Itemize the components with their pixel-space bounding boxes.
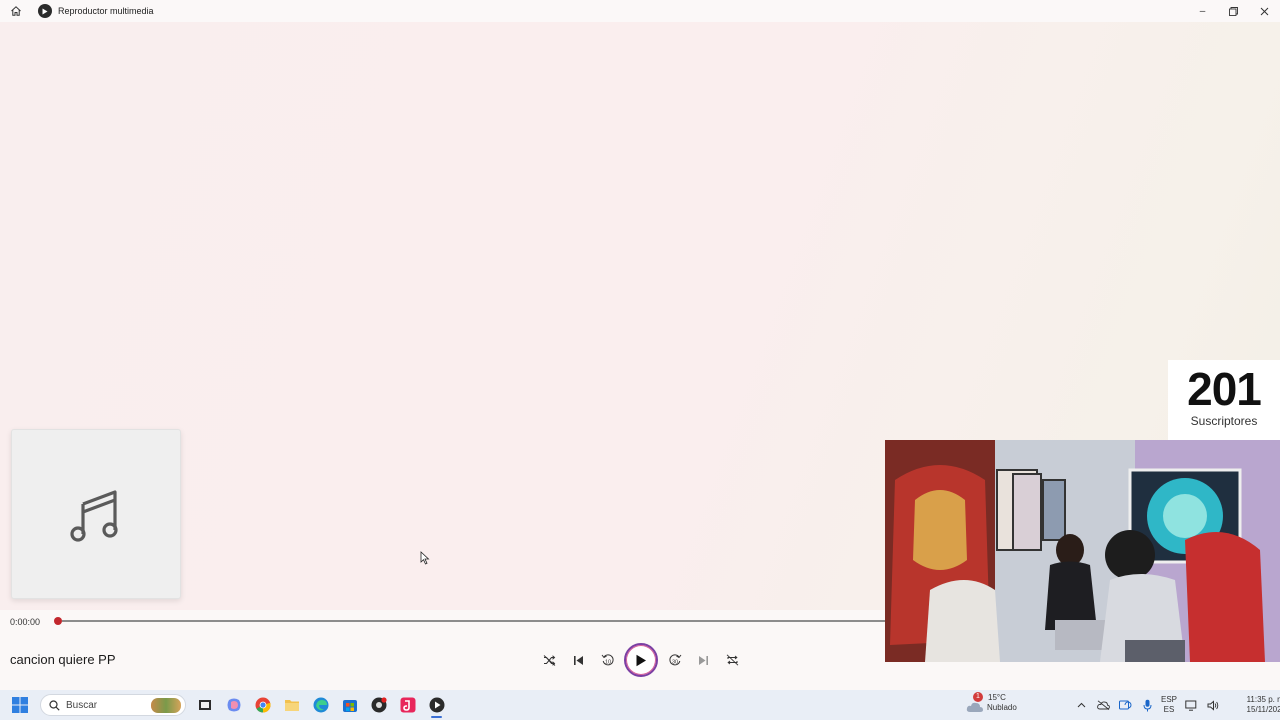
title-bar: Reproductor multimedia –	[0, 0, 1280, 22]
close-icon	[1260, 7, 1269, 15]
svg-text:30: 30	[671, 660, 677, 666]
system-tray: ESP ES 11:35 p. m. 15/11/2025	[1070, 690, 1280, 720]
store-icon	[342, 700, 357, 712]
edge-icon	[313, 697, 328, 713]
language-indicator[interactable]: ESP ES	[1158, 690, 1180, 720]
seek-thumb[interactable]	[54, 617, 62, 625]
volume-button[interactable]	[1202, 690, 1224, 720]
taskbar-search[interactable]: Buscar	[40, 694, 186, 716]
chrome-icon	[255, 697, 271, 713]
forward-30-button[interactable]: 30	[660, 643, 689, 677]
minimize-button[interactable]: –	[1187, 0, 1218, 22]
network-button[interactable]	[1180, 690, 1202, 720]
taskbar-file-explorer[interactable]	[190, 690, 219, 720]
taskbar-chrome[interactable]	[248, 690, 277, 720]
subscriber-counter: 201 Suscriptores	[1168, 360, 1280, 440]
weather-alert-badge: 1	[973, 692, 983, 702]
file-explorer-icon	[198, 700, 211, 710]
webcam-overlay	[885, 440, 1280, 662]
weather-temperature: 15°C	[988, 693, 1006, 702]
taskbar-edge[interactable]	[306, 690, 335, 720]
capcut-icon	[400, 697, 415, 713]
subscriber-count: 201	[1187, 363, 1262, 415]
folder-icon	[284, 700, 299, 711]
weather-condition: Nublado	[987, 703, 1017, 712]
play-button[interactable]	[624, 643, 658, 677]
shuffle-off-icon	[543, 654, 556, 666]
clock-time: 11:35 p. m.	[1246, 695, 1280, 704]
show-hidden-icons-button[interactable]	[1070, 690, 1092, 720]
subscriber-label: Suscriptores	[1190, 414, 1258, 428]
shuffle-button[interactable]	[535, 643, 564, 677]
album-art	[11, 429, 181, 599]
search-placeholder: Buscar	[66, 699, 98, 711]
current-time: 0:00:00	[10, 617, 41, 627]
restore-button[interactable]	[1218, 0, 1249, 22]
search-icon	[49, 699, 60, 711]
restore-icon	[1229, 6, 1238, 16]
song-title: cancion quiere PP	[10, 652, 116, 667]
sync-button[interactable]	[1114, 690, 1136, 720]
taskbar-copilot[interactable]	[219, 690, 248, 720]
clock-date: 15/11/2025	[1246, 705, 1280, 714]
webcam-scene	[885, 440, 1280, 662]
minimize-icon: –	[1199, 5, 1206, 17]
taskbar-media-player[interactable]	[422, 690, 451, 720]
cloudy-weather-icon	[966, 702, 983, 712]
language-line2: ES	[1163, 705, 1175, 714]
play-icon	[636, 654, 646, 666]
taskbar-capcut[interactable]	[393, 690, 422, 720]
seek-bar[interactable]	[62, 620, 885, 622]
taskbar-clock[interactable]: 11:35 p. m. 15/11/2025	[1230, 695, 1280, 715]
language-line1: ESP	[1160, 695, 1177, 704]
cloud-off-icon	[1096, 700, 1110, 710]
mouse-cursor-icon	[420, 551, 430, 565]
taskbar-folder[interactable]	[277, 690, 306, 720]
sync-icon	[1118, 700, 1131, 710]
home-icon	[11, 6, 21, 16]
music-note-icon	[70, 490, 118, 542]
taskbar-weather[interactable]: 1 15°C Nublado	[966, 692, 1017, 714]
playback-controls: 10 30	[535, 643, 747, 677]
obs-icon	[371, 697, 387, 713]
taskbar-obs[interactable]	[364, 690, 393, 720]
onedrive-button[interactable]	[1092, 690, 1114, 720]
svg-text:10: 10	[604, 660, 610, 666]
home-button[interactable]	[0, 0, 32, 22]
next-button[interactable]	[689, 643, 718, 677]
start-button[interactable]	[0, 690, 40, 720]
forward-30-icon: 30	[668, 654, 681, 666]
skip-next-icon	[699, 655, 708, 665]
rewind-10-icon: 10	[601, 654, 614, 666]
skip-previous-icon	[574, 655, 583, 665]
repeat-off-icon	[726, 654, 739, 666]
chevron-up-icon	[1077, 702, 1085, 708]
windows-icon	[12, 697, 28, 713]
window-title: Reproductor multimedia	[58, 6, 154, 16]
microphone-icon	[1143, 699, 1151, 711]
media-player-app-icon	[38, 4, 52, 18]
search-highlight-icon	[151, 698, 181, 713]
rewind-10-button[interactable]: 10	[593, 643, 622, 677]
microphone-button[interactable]	[1136, 690, 1158, 720]
taskbar-store[interactable]	[335, 690, 364, 720]
network-icon	[1184, 700, 1196, 711]
volume-icon	[1207, 699, 1219, 711]
repeat-button[interactable]	[718, 643, 747, 677]
media-player-icon	[429, 697, 444, 713]
previous-button[interactable]	[564, 643, 593, 677]
copilot-icon	[227, 698, 240, 712]
close-button[interactable]	[1249, 0, 1280, 22]
